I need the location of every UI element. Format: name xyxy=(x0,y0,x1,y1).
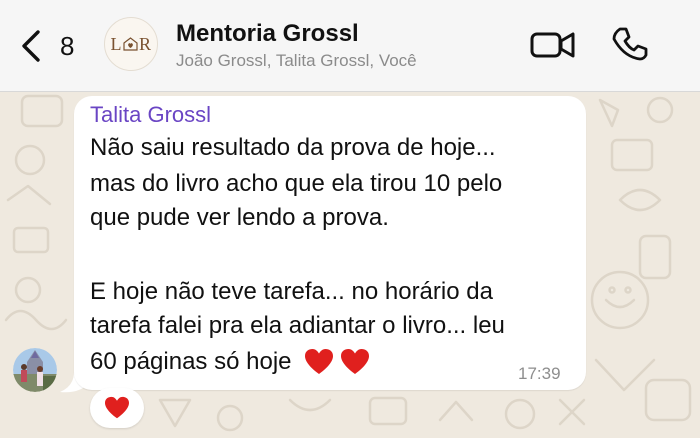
logo-letter-right: R xyxy=(138,33,152,54)
message-last-line: 60 páginas só hoje xyxy=(90,348,370,376)
house-heart-icon xyxy=(123,37,138,51)
unread-count: 8 xyxy=(60,30,75,61)
message-time: 17:39 xyxy=(518,364,561,383)
message-line: tarefa falei pra ela adiantar o livro...… xyxy=(90,312,505,339)
message-line: mas do livro acho que ela tirou 10 pelo xyxy=(90,170,503,197)
heart-icon xyxy=(105,396,129,419)
chat-header: 8 L R Mentoria Grossl João Grossl, Talit… xyxy=(0,0,700,92)
heart-icon xyxy=(304,349,333,374)
sender-name[interactable]: Talita Grossl xyxy=(90,102,211,128)
message-line: 60 páginas só hoje xyxy=(90,348,292,375)
group-members[interactable]: João Grossl, Talita Grossl, Você xyxy=(176,51,417,71)
message-line: E hoje não teve tarefa... no horário da xyxy=(90,278,493,305)
group-avatar[interactable]: L R xyxy=(104,17,158,71)
message-bubble[interactable]: Talita Grossl Não saiu resultado da prov… xyxy=(74,96,586,390)
sender-avatar[interactable] xyxy=(13,348,57,392)
phone-icon[interactable] xyxy=(612,26,648,62)
group-logo: L R xyxy=(110,34,151,55)
group-title[interactable]: Mentoria Grossl xyxy=(176,20,359,48)
back-button[interactable]: 8 xyxy=(18,28,74,64)
message-line: Não saiu resultado da prova de hoje... xyxy=(90,134,496,161)
chevron-left-icon xyxy=(22,30,40,62)
logo-letter-left: L xyxy=(110,33,122,54)
video-camera-icon[interactable] xyxy=(530,30,576,60)
reaction-badge[interactable] xyxy=(90,388,144,428)
heart-icon xyxy=(340,349,369,374)
message-line: que pude ver lendo a prova. xyxy=(90,204,389,231)
